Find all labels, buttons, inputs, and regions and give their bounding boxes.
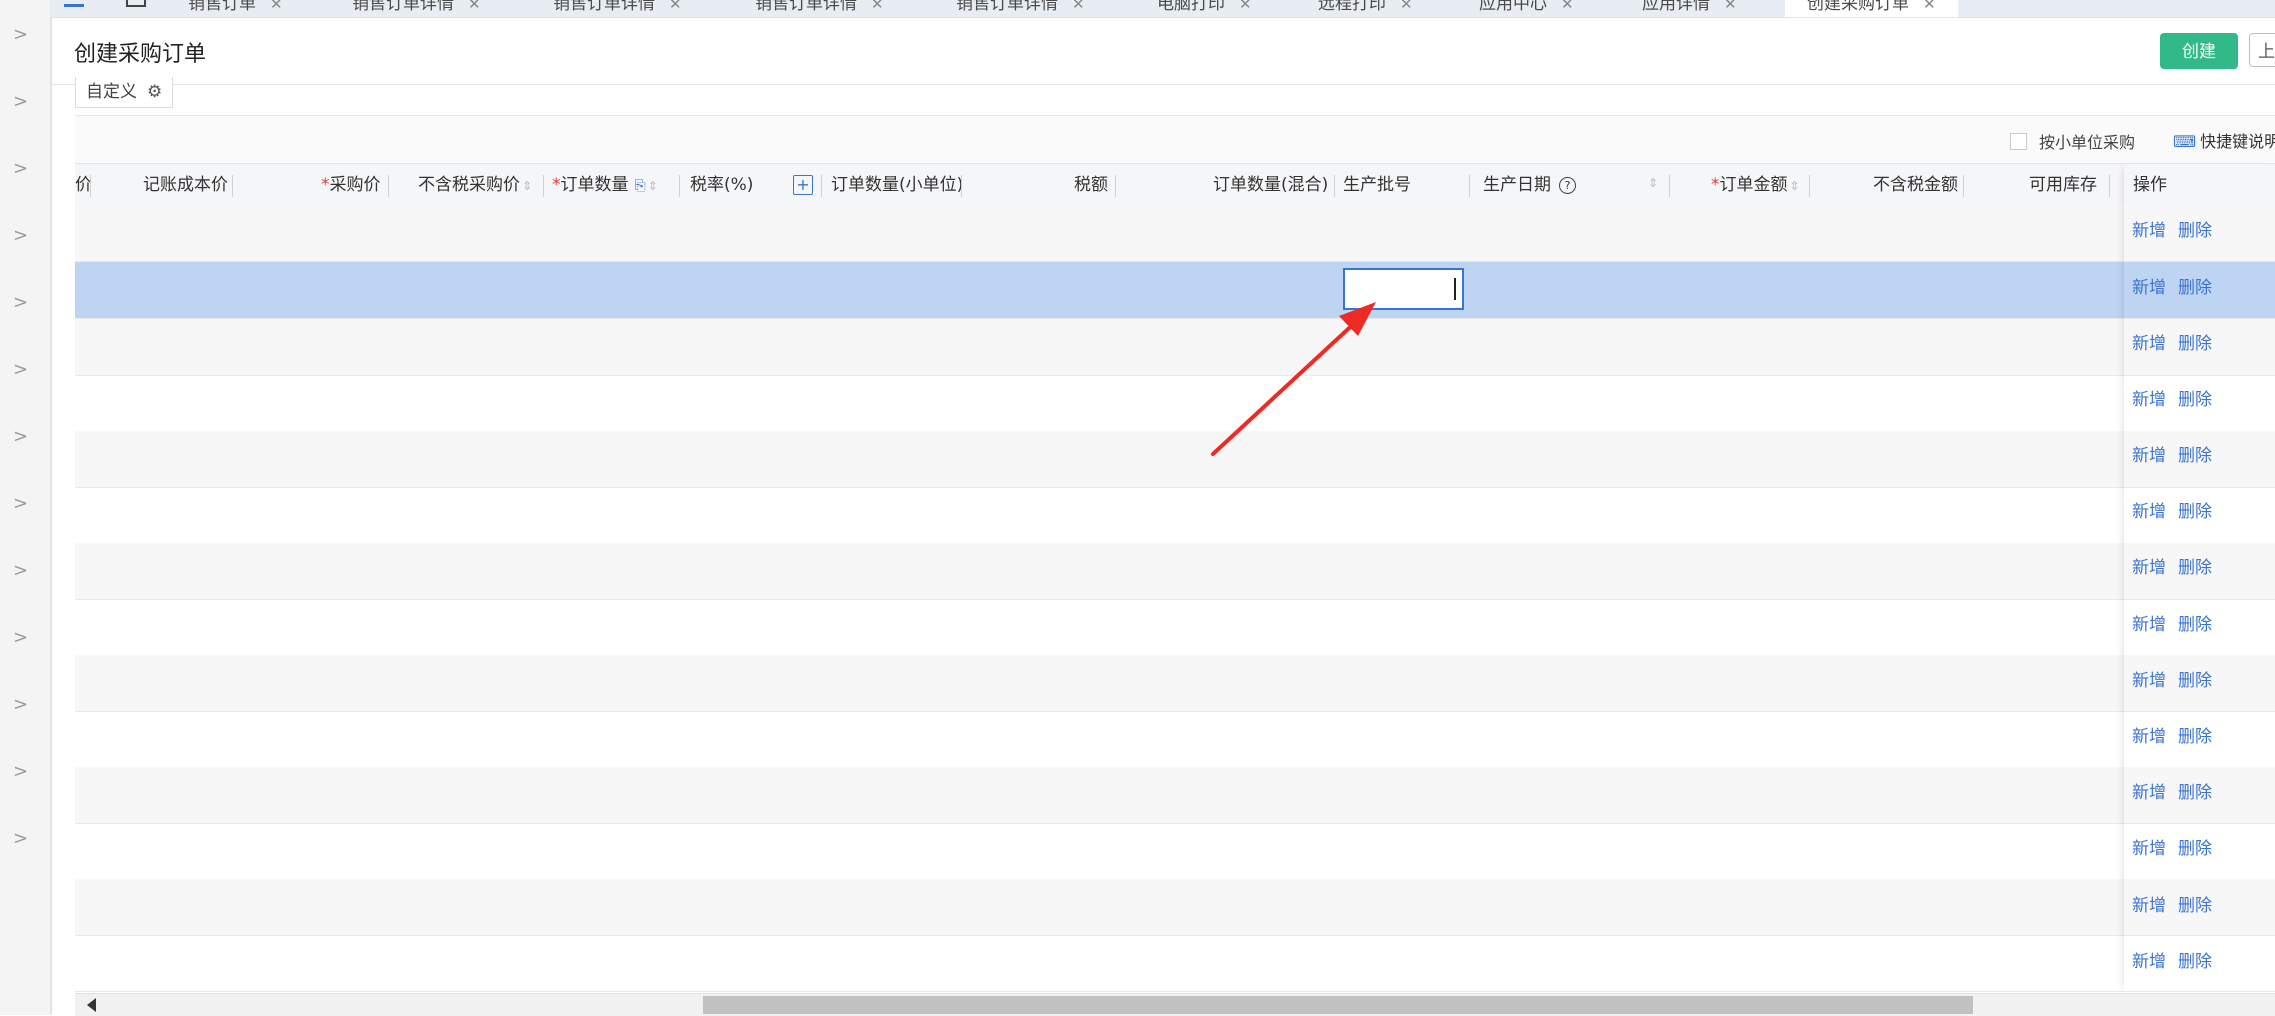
arrow-shaft [1211,316,1362,456]
annotation-arrow [1211,302,1376,456]
